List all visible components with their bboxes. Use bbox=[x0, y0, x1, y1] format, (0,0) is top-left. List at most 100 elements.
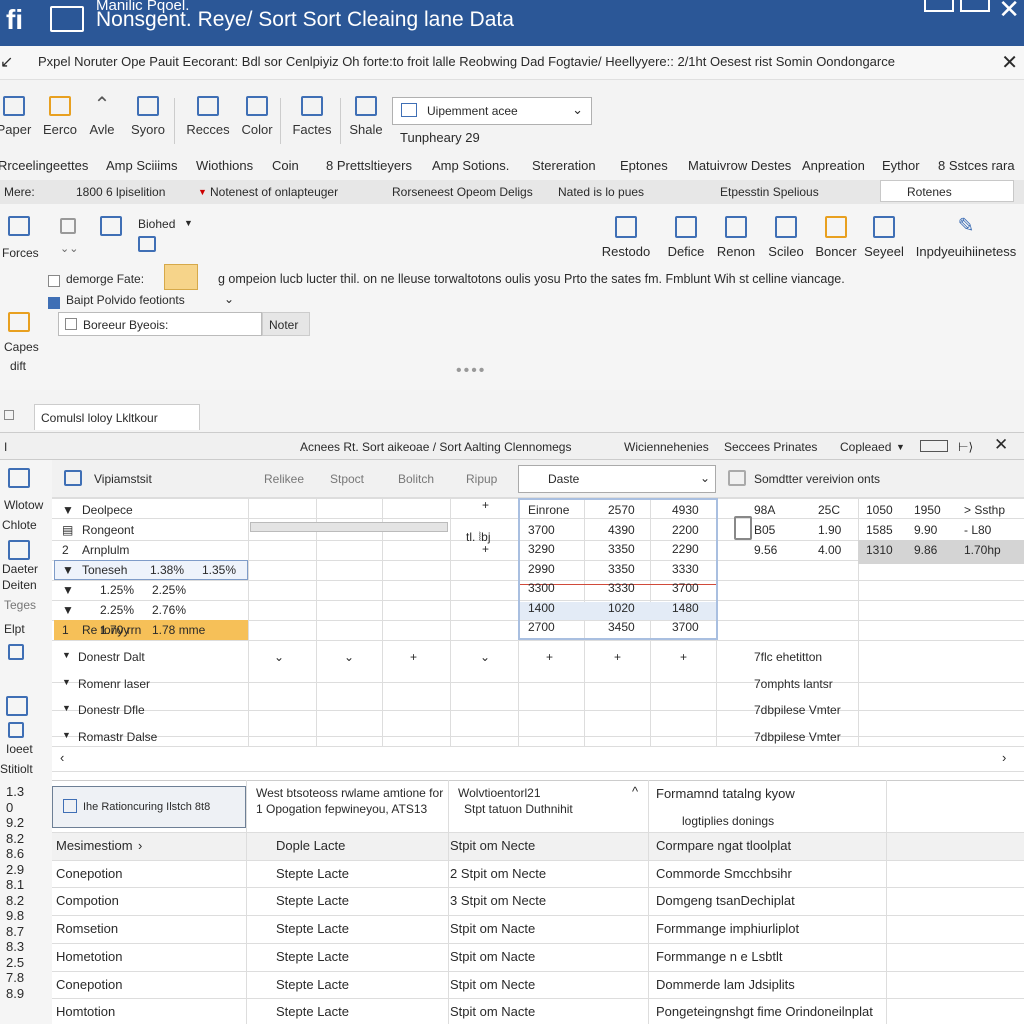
menu-item[interactable]: 8 Prettsltieyers bbox=[326, 158, 412, 173]
num-cell[interactable]: 1400 bbox=[528, 601, 555, 615]
grid-header[interactable]: Vipiamstsit bbox=[94, 472, 152, 486]
scroll-left-icon[interactable]: ‹ bbox=[60, 750, 64, 765]
table-cell[interactable]: Stpit om Nacte bbox=[450, 1004, 535, 1019]
row-marker-icon[interactable]: ▤ bbox=[62, 523, 73, 537]
menu-item[interactable]: Rrceelingeettes bbox=[0, 158, 88, 173]
split-icon[interactable]: ⊢⟩ bbox=[958, 440, 973, 454]
summary-cell[interactable]: 25C bbox=[818, 503, 840, 517]
note-icon[interactable] bbox=[164, 264, 198, 290]
lower-row-right[interactable]: 7dbpilese Vmter bbox=[754, 703, 841, 717]
close-info-button[interactable]: ✕ bbox=[1001, 50, 1018, 75]
table-cell[interactable]: 3 Stpit om Necte bbox=[450, 893, 546, 908]
sidebar-item[interactable]: Deiten bbox=[2, 578, 37, 592]
sidebar-item[interactable]: Chlote bbox=[2, 518, 37, 532]
checkbox-demorge[interactable] bbox=[48, 274, 60, 292]
chevron-right-icon[interactable]: › bbox=[138, 838, 142, 853]
num-cell[interactable]: 2290 bbox=[672, 542, 699, 556]
expand-triangle-icon[interactable]: ▼ bbox=[62, 650, 71, 660]
sidebar-icon[interactable] bbox=[6, 696, 28, 716]
summary-cell[interactable]: 1950 bbox=[914, 503, 941, 517]
row-marker-icon[interactable]: 2 bbox=[62, 543, 69, 557]
table-cell[interactable]: Pongeteingnshgt fime Orindoneilnplat bbox=[656, 1004, 873, 1019]
cursor-doc-icon[interactable] bbox=[100, 216, 122, 236]
grid-header[interactable]: Relikee bbox=[264, 472, 304, 486]
menu-item[interactable]: Eythor bbox=[882, 158, 920, 173]
summary-cell[interactable]: 98A bbox=[754, 503, 775, 517]
table-cell[interactable]: 2 Stpit om Necte bbox=[450, 866, 546, 881]
table-cell[interactable]: Dommerde lam Jdsiplits bbox=[656, 977, 795, 992]
menu-item[interactable]: Amp Sotions. bbox=[432, 158, 509, 173]
filter-box[interactable]: Rotenes bbox=[880, 180, 1014, 202]
menu-item[interactable]: 8 Sstces rara bbox=[938, 158, 1015, 173]
sidebar-icon[interactable] bbox=[8, 644, 24, 660]
table-cell[interactable]: Dople Lacte bbox=[276, 838, 345, 853]
pct-cell[interactable]: 1.38% bbox=[150, 563, 184, 577]
menu-item[interactable]: Anpreation bbox=[802, 158, 865, 173]
square-icon[interactable] bbox=[60, 218, 76, 234]
num-cell[interactable]: 3290 bbox=[528, 542, 555, 556]
maximize-button[interactable] bbox=[960, 0, 990, 12]
expand-triangle-icon[interactable]: ▼ bbox=[62, 677, 71, 687]
checkbox[interactable] bbox=[48, 275, 60, 287]
table-cell[interactable]: Stepte Lacte bbox=[276, 1004, 349, 1019]
right-button-inpdy[interactable]: ✎ Inpdyeuihiinetess bbox=[910, 216, 1022, 259]
layout-icon[interactable] bbox=[920, 440, 948, 452]
summary-cell[interactable]: 1.70hp bbox=[964, 543, 1001, 557]
pct-cell[interactable]: 1.78 mme bbox=[152, 623, 205, 637]
sheet-link[interactable]: Wiciennehenies bbox=[624, 440, 709, 454]
num-cell[interactable]: 2990 bbox=[528, 562, 555, 576]
summary-cell[interactable]: B05 bbox=[754, 523, 775, 537]
more-dots-icon[interactable]: •••• bbox=[456, 362, 486, 380]
action-button[interactable]: Ihe Rationcuring Ilstch 8t8 bbox=[52, 786, 246, 828]
num-cell[interactable]: 4390 bbox=[608, 523, 635, 537]
table-cell[interactable]: Mesimestiom bbox=[56, 838, 133, 853]
grid-header[interactable]: Bolitch bbox=[398, 472, 434, 486]
lower-row-label[interactable]: Romastr Dalse bbox=[78, 730, 157, 744]
small-grid-icon[interactable] bbox=[138, 236, 156, 252]
lower-row-right[interactable]: 7flc ehetitton bbox=[754, 650, 822, 664]
table-cell[interactable]: Stpit om Nacte bbox=[450, 949, 535, 964]
num-cell[interactable]: 3350 bbox=[608, 562, 635, 576]
tree-item[interactable]: Deolpece bbox=[82, 503, 133, 517]
sidebar-item[interactable]: Daeter bbox=[2, 562, 38, 576]
table-cell[interactable]: Domgeng tsanDechiplat bbox=[656, 893, 795, 908]
sidebar-icon[interactable] bbox=[8, 540, 30, 560]
summary-cell[interactable]: 9.56 bbox=[754, 543, 777, 557]
column-control-icon[interactable]: ⌄ bbox=[344, 650, 354, 664]
tree-item[interactable]: Rongeont bbox=[82, 523, 134, 537]
summary-cell[interactable]: 1585 bbox=[866, 523, 893, 537]
sidebar-item[interactable]: Ioeet bbox=[6, 742, 33, 756]
table-cell[interactable]: Homtotion bbox=[56, 1004, 115, 1019]
pct-cell[interactable]: 2.25% bbox=[100, 603, 134, 617]
sidebar-icon[interactable] bbox=[8, 468, 30, 488]
menu-item[interactable]: Amp Sciiims bbox=[106, 158, 178, 173]
table-cell[interactable]: Stpit om Necte bbox=[450, 838, 535, 853]
chevron-up-icon[interactable]: ^ bbox=[632, 784, 638, 799]
sidebar-icon[interactable] bbox=[8, 722, 24, 738]
table-cell[interactable]: Stepte Lacte bbox=[276, 893, 349, 908]
chevron-down-icon[interactable]: ⌄⌄ bbox=[60, 242, 78, 255]
table-cell[interactable]: Formmange imphiurliplot bbox=[656, 921, 799, 936]
ribbon-button-syoro[interactable]: Syoro bbox=[116, 96, 180, 137]
filter-item[interactable]: 1800 6 lpiselition bbox=[76, 185, 165, 199]
grid-header[interactable]: Somdtter vereivion onts bbox=[754, 472, 880, 486]
num-cell[interactable]: 2570 bbox=[608, 503, 635, 517]
pct-cell[interactable]: 1.35% bbox=[202, 563, 236, 577]
ribbon-button-shale[interactable]: Shale bbox=[334, 96, 398, 137]
summary-cell[interactable]: 4.00 bbox=[818, 543, 841, 557]
right-button-restodo[interactable]: Restodo bbox=[598, 216, 654, 259]
view-dropdown[interactable]: Uipemment acee ⌄ bbox=[392, 97, 592, 125]
tab-active[interactable]: Comulsl loloy Lkltkour bbox=[34, 404, 200, 430]
search-input[interactable]: Boreeur Byeois: bbox=[58, 312, 262, 336]
grid-header[interactable]: Ripup bbox=[466, 472, 497, 486]
menu-item[interactable]: Stereration bbox=[532, 158, 596, 173]
capes-icon[interactable] bbox=[8, 312, 30, 332]
horizontal-scrollbar[interactable] bbox=[52, 746, 1024, 772]
chevron-down-icon[interactable]: ⌄ bbox=[224, 292, 234, 306]
menu-item[interactable]: Matuivrow Destes bbox=[688, 158, 791, 173]
num-cell[interactable]: 4930 bbox=[672, 503, 699, 517]
num-cell[interactable]: 3700 bbox=[672, 620, 699, 634]
column-control-icon[interactable]: + bbox=[546, 650, 553, 664]
right-button-scileo[interactable]: Scileo bbox=[758, 216, 814, 259]
summary-cell[interactable]: 1310 bbox=[866, 543, 893, 557]
